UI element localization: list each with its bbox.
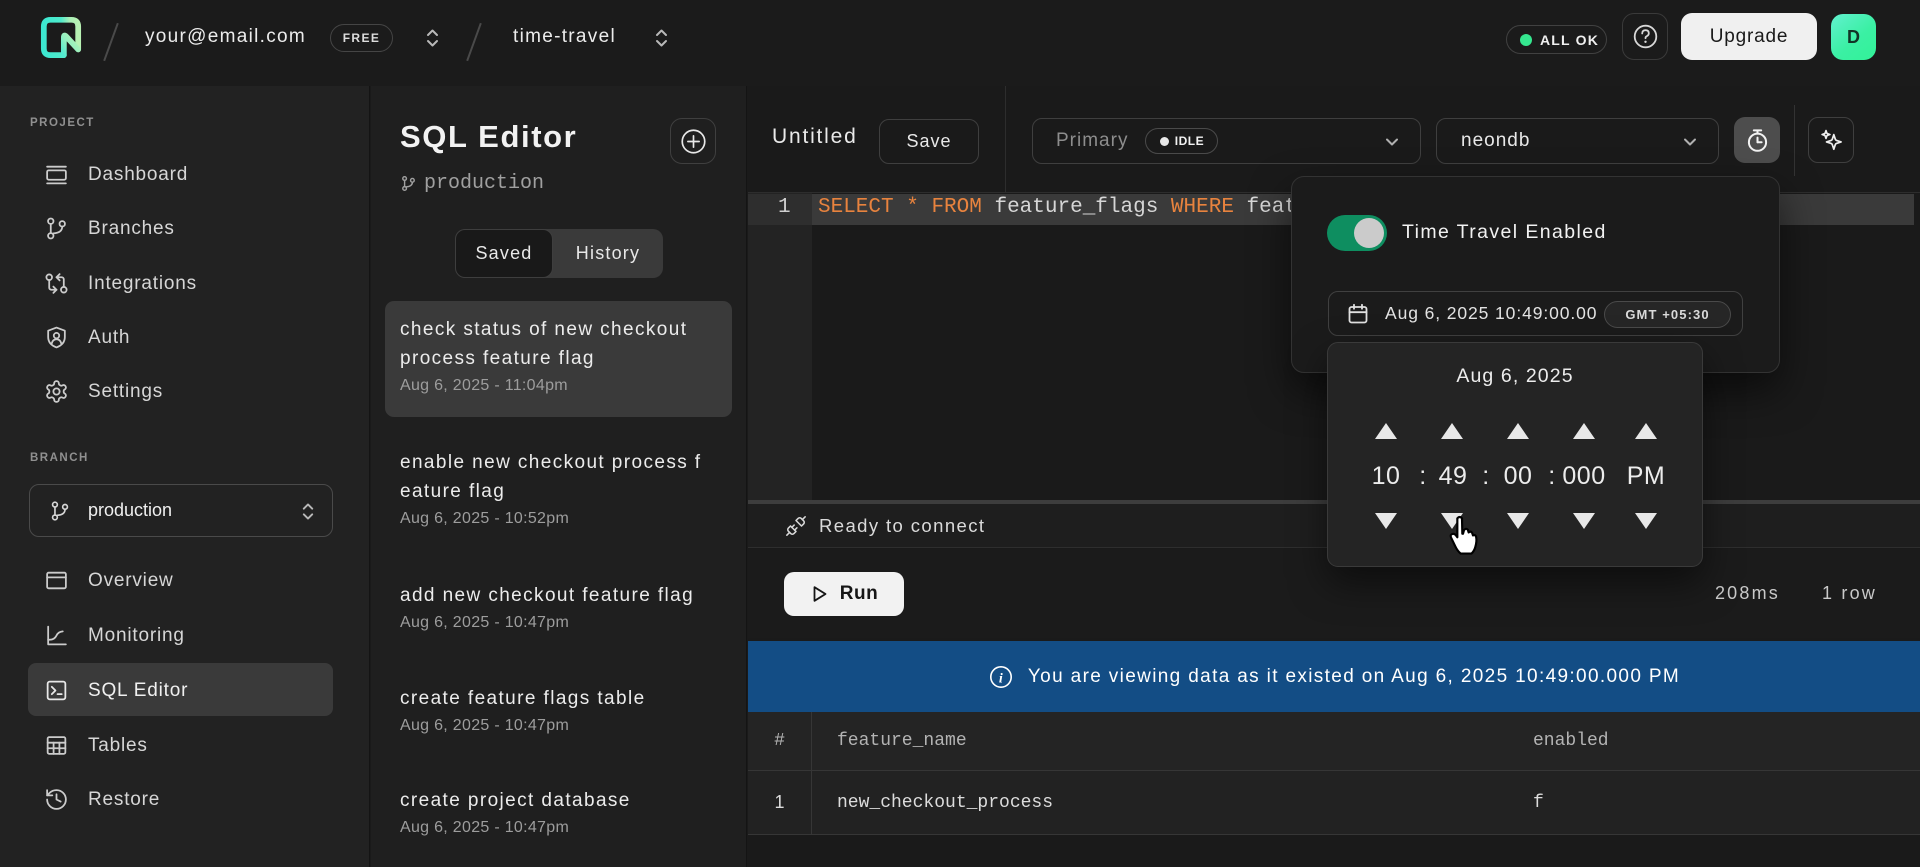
svg-text:i: i <box>999 671 1004 686</box>
